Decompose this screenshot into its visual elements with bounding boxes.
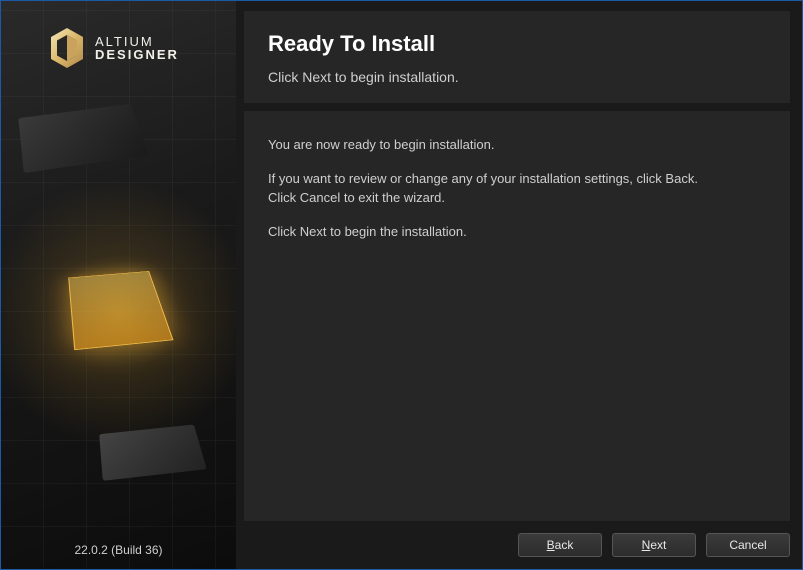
version-label: 22.0.2 (Build 36) (1, 543, 236, 557)
body-text-3: Click Cancel to exit the wizard. (268, 188, 766, 208)
body-text-1: You are now ready to begin installation. (268, 135, 766, 155)
body-text-4: Click Next to begin the installation. (268, 222, 766, 242)
footer-buttons: Back Next Cancel (244, 521, 790, 557)
header-panel: Ready To Install Click Next to begin ins… (244, 11, 790, 103)
installer-window: ALTIUM DESIGNER 22.0.2 (Build 36) Ready … (1, 1, 802, 569)
back-button[interactable]: Back (518, 533, 602, 557)
brand-text: ALTIUM DESIGNER (95, 35, 179, 61)
altium-logo-icon (49, 27, 85, 69)
next-button[interactable]: Next (612, 533, 696, 557)
sidebar: ALTIUM DESIGNER 22.0.2 (Build 36) (1, 1, 236, 569)
main-panel: Ready To Install Click Next to begin ins… (236, 1, 802, 569)
body-text-2: If you want to review or change any of y… (268, 169, 766, 189)
page-subtitle: Click Next to begin installation. (268, 69, 766, 85)
page-title: Ready To Install (268, 31, 766, 57)
body-panel: You are now ready to begin installation.… (244, 111, 790, 521)
cancel-button[interactable]: Cancel (706, 533, 790, 557)
brand-line2: DESIGNER (95, 48, 179, 61)
brand-logo: ALTIUM DESIGNER (49, 27, 179, 69)
